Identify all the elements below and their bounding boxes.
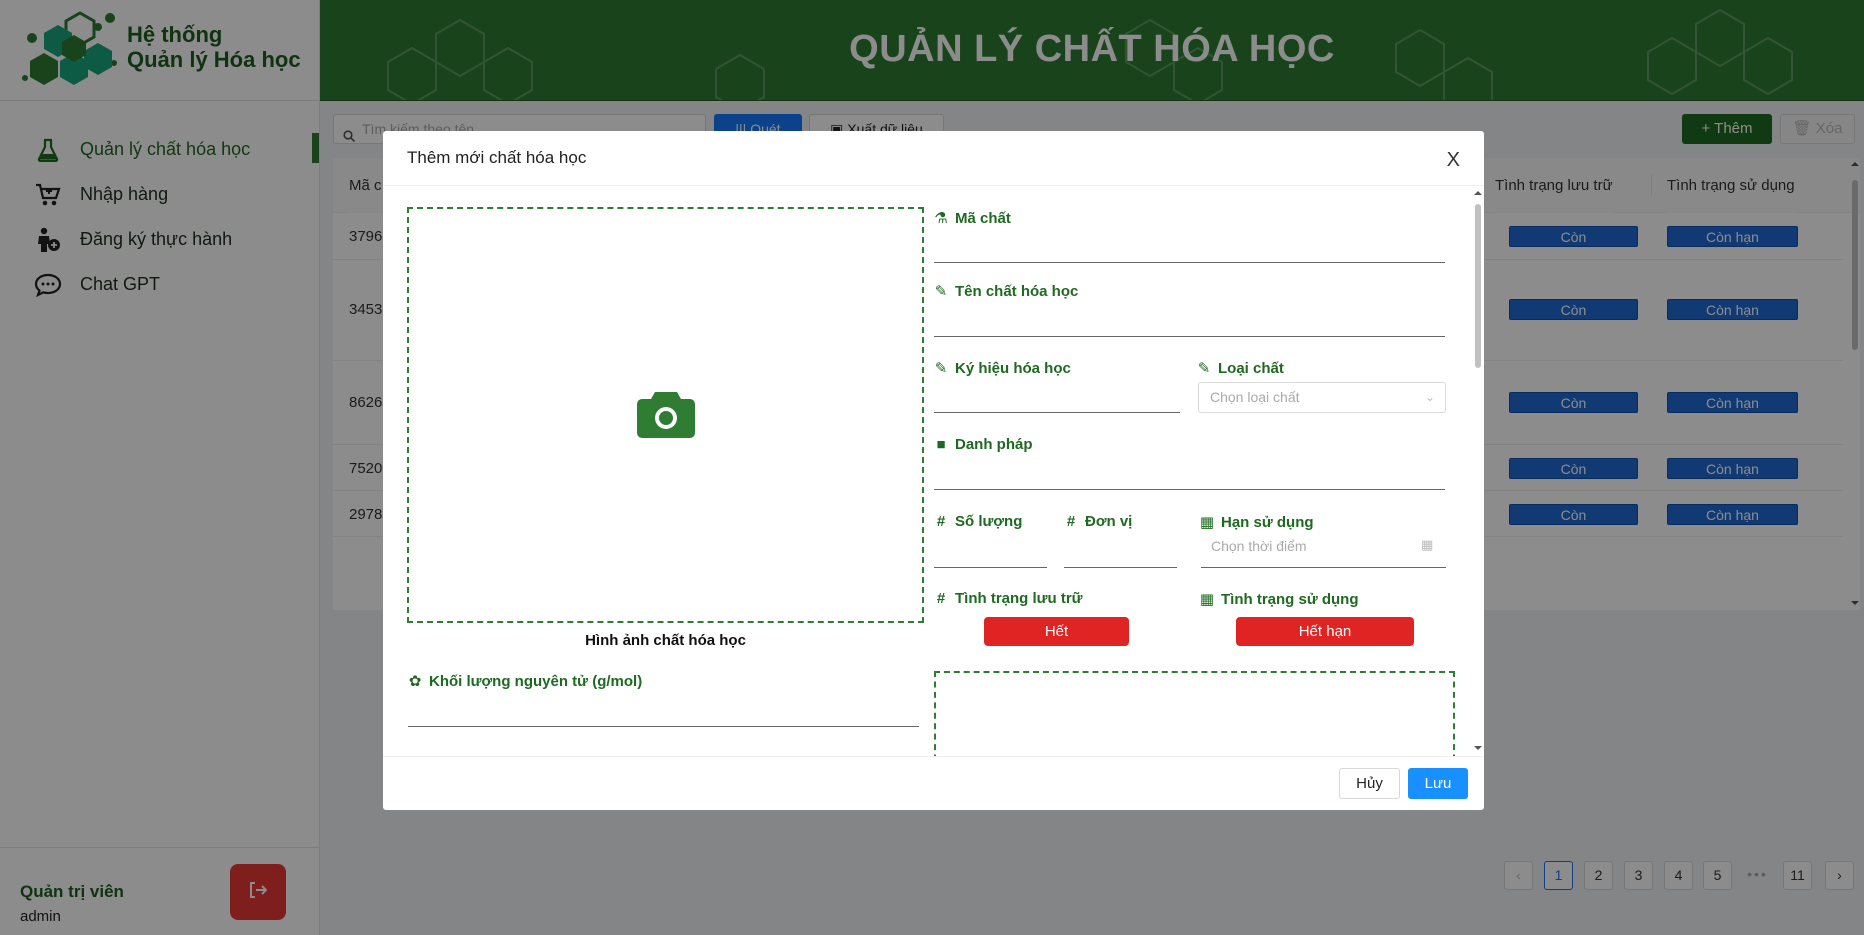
field-label-name: ✎ Tên chất hóa học xyxy=(933,282,1079,301)
label-text: Khối lượng nguyên tử (g/mol) xyxy=(429,672,643,690)
field-label-quantity: # Số lượng xyxy=(933,513,1023,530)
modal-title: Thêm mới chất hóa học xyxy=(407,148,587,167)
description-area[interactable] xyxy=(934,671,1455,756)
hash-icon: # xyxy=(1066,513,1076,530)
camera-icon xyxy=(636,388,695,443)
flask-icon: ⚗ xyxy=(934,210,948,227)
gear-icon: ✿ xyxy=(408,673,422,690)
quantity-input[interactable] xyxy=(934,567,1047,568)
calendar-icon: ▦ xyxy=(1199,514,1215,531)
field-label-storage-status: # Tình trạng lưu trữ xyxy=(933,590,1083,607)
field-label-nomenclature: ■ Danh pháp xyxy=(933,436,1033,453)
expiry-placeholder: Chọn thời điểm xyxy=(1211,538,1307,554)
book-icon: ■ xyxy=(936,436,946,453)
label-text: Tên chất hóa học xyxy=(955,282,1079,300)
field-label-symbol: ✎ Ký hiệu hóa học xyxy=(933,359,1071,378)
type-select[interactable]: Chọn loại chất ⌄ xyxy=(1198,382,1446,413)
unit-input[interactable] xyxy=(1064,567,1177,568)
pencil-icon: ✎ xyxy=(934,360,948,377)
calendar-icon: ▦ xyxy=(1199,591,1215,608)
field-label-type: ✎ Loại chất xyxy=(1196,359,1284,378)
label-text: Danh pháp xyxy=(955,436,1033,453)
type-placeholder: Chọn loại chất xyxy=(1210,389,1300,405)
name-input[interactable] xyxy=(934,336,1445,337)
label-text: Loại chất xyxy=(1218,359,1284,377)
hash-icon: # xyxy=(936,590,946,607)
modal-body: Hình ảnh chất hóa học ⚗ Mã chất ✎ Tên chất… xyxy=(383,186,1484,756)
cancel-button[interactable]: Hủy xyxy=(1339,768,1400,799)
chevron-down-icon: ⌄ xyxy=(1424,390,1435,404)
image-upload-area[interactable] xyxy=(407,207,924,623)
modal-footer: Hủy Lưu xyxy=(383,756,1484,810)
modal-scrollbar[interactable] xyxy=(1472,186,1484,756)
pencil-icon: ✎ xyxy=(1197,360,1211,377)
expiry-date-picker[interactable] xyxy=(1201,567,1446,568)
label-text: Ký hiệu hóa học xyxy=(955,359,1071,377)
field-label-expiry: ▦ Hạn sử dụng xyxy=(1199,513,1314,532)
image-caption: Hình ảnh chất hóa học xyxy=(585,632,746,649)
modal-header: Thêm mới chất hóa học X xyxy=(383,131,1484,186)
label-text: Tình trạng sử dụng xyxy=(1221,590,1359,608)
label-text: Đơn vị xyxy=(1085,513,1133,530)
close-icon[interactable]: X xyxy=(1447,149,1460,172)
atomic-mass-input[interactable] xyxy=(408,726,919,727)
label-text: Số lượng xyxy=(955,513,1023,530)
label-text: Tình trạng lưu trữ xyxy=(955,590,1083,607)
code-input[interactable] xyxy=(934,262,1445,263)
field-label-atomic-mass: ✿ Khối lượng nguyên tử (g/mol) xyxy=(407,672,643,691)
usage-status-button[interactable]: Hết hạn xyxy=(1236,617,1414,646)
label-text: Mã chất xyxy=(955,209,1011,227)
nomenclature-input[interactable] xyxy=(934,489,1445,490)
hash-icon: # xyxy=(936,513,946,530)
add-chemical-modal: Thêm mới chất hóa học X Hình ảnh chất hó… xyxy=(383,131,1484,810)
field-label-code: ⚗ Mã chất xyxy=(933,209,1011,228)
calendar-icon: ▦ xyxy=(1421,537,1434,552)
field-label-usage-status: ▦ Tình trạng sử dụng xyxy=(1199,590,1359,609)
symbol-input[interactable] xyxy=(934,412,1180,413)
label-text: Hạn sử dụng xyxy=(1221,513,1314,531)
pencil-icon: ✎ xyxy=(934,283,948,300)
save-button[interactable]: Lưu xyxy=(1408,768,1468,799)
field-label-unit: # Đơn vị xyxy=(1063,513,1133,530)
storage-status-button[interactable]: Hết xyxy=(984,617,1129,646)
